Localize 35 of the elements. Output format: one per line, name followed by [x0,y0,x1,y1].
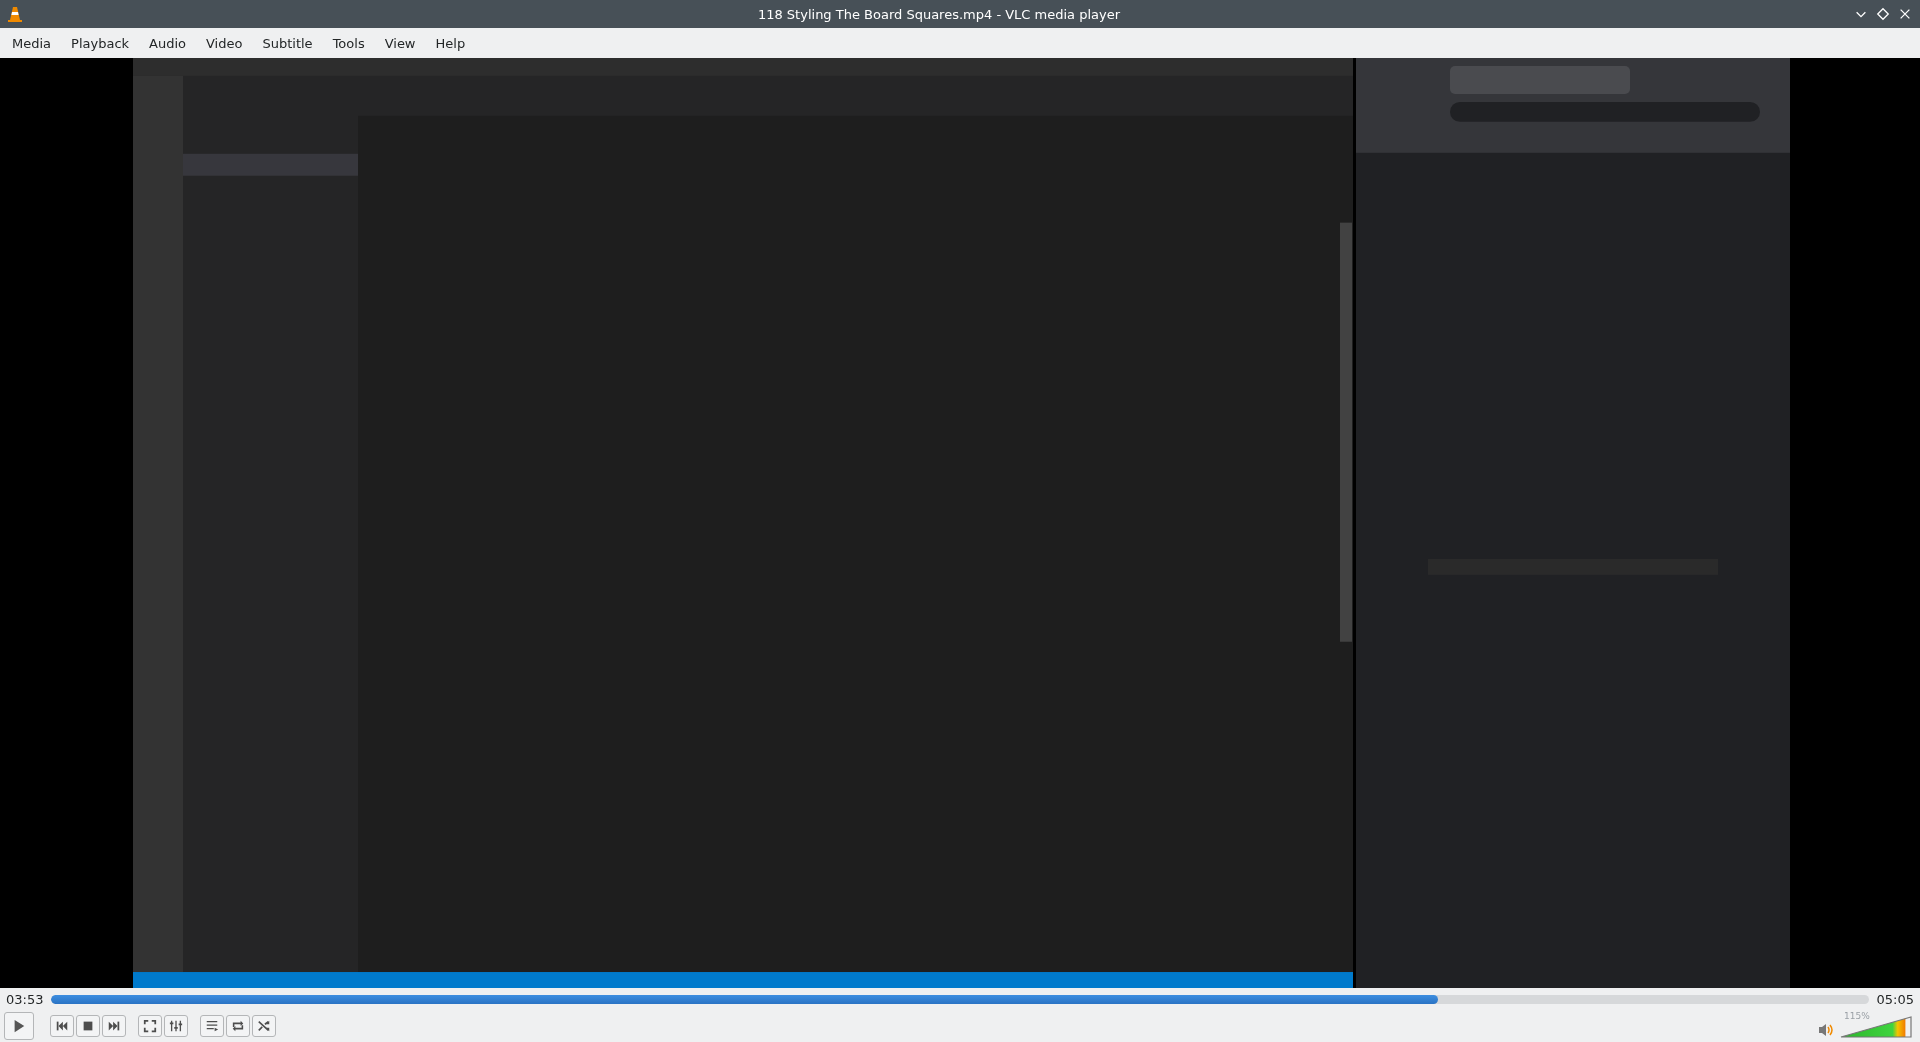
playlist-button[interactable] [200,1015,224,1037]
menu-item[interactable]: Tools [322,31,375,55]
loop-icon [231,1019,245,1033]
menu-item[interactable]: View [374,31,426,55]
menu-item[interactable]: Media [2,31,62,55]
previous-button[interactable] [50,1015,74,1037]
menu-item[interactable]: Subtitle [252,31,323,55]
sliders-icon [169,1019,183,1033]
fullscreen-icon [143,1019,157,1033]
window-title: 118 Styling The Board Squares.mp4 - VLC media player [756,6,1122,22]
close-icon [1898,7,1912,21]
menu-item[interactable]: Playback [61,31,140,55]
traffic-cone-icon [6,5,24,23]
volume-reading: 115% [1844,1011,1870,1021]
fullscreen-button[interactable] [138,1015,162,1037]
shuffle-icon [257,1019,271,1033]
menu-item[interactable]: Audio [139,31,196,55]
previous-icon [55,1019,69,1033]
next-button[interactable] [102,1015,126,1037]
loop-button[interactable] [226,1015,250,1037]
stop-icon [81,1019,95,1033]
play-icon [12,1019,26,1033]
speaker-icon [1818,1022,1834,1038]
play-button[interactable] [4,1012,34,1040]
playlist-icon [205,1019,219,1033]
next-icon [107,1019,121,1033]
equalizer-button[interactable] [164,1015,188,1037]
elapsed-time: 03:53 [6,991,44,1007]
seek-bar[interactable] [51,994,1869,1004]
shuffle-button[interactable] [252,1015,276,1037]
maximize-icon [1876,7,1890,21]
stop-button[interactable] [76,1015,100,1037]
menu-item[interactable]: Help [425,31,476,55]
menu-item[interactable]: Video [196,31,253,55]
total-time: 05:05 [1876,991,1914,1007]
